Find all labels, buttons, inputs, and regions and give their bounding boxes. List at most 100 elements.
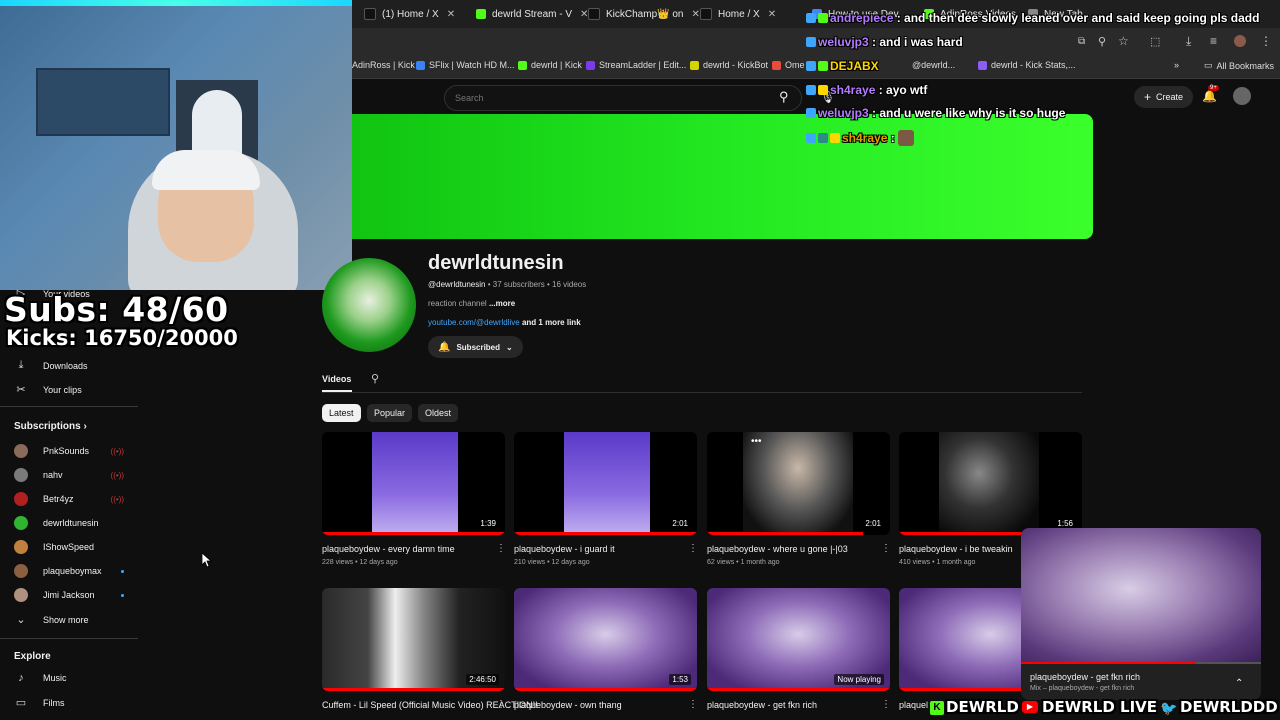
bookmark-label: Ome xyxy=(785,60,805,70)
video-thumbnail[interactable]: 2:01 xyxy=(514,432,697,535)
mini-player[interactable]: plaqueboydew - get fkn rich Mix – plaque… xyxy=(1021,528,1261,700)
search-icon[interactable]: ⚲ xyxy=(371,372,379,385)
video-thumbnail[interactable]: Now playing xyxy=(707,588,890,691)
video-thumbnail[interactable]: 1:39 xyxy=(322,432,505,535)
bookmark-item[interactable]: @dewrld... xyxy=(912,60,955,70)
video-title[interactable]: plaquel xyxy=(899,700,928,710)
reading-list-icon[interactable]: ≡ xyxy=(1210,34,1217,48)
more-options-icon[interactable]: ⋮ xyxy=(496,543,506,554)
bookmark-item[interactable]: dewrld | Kick xyxy=(518,60,582,70)
video-title[interactable]: plaqueboydew - get fkn rich xyxy=(707,700,817,710)
video-thumbnail[interactable]: 2:46:50 xyxy=(322,588,505,691)
browser-tab[interactable]: Home / X ✕ xyxy=(700,4,812,24)
bookmark-label: StreamLadder | Edit... xyxy=(599,60,687,70)
channel-link[interactable]: youtube.com/@dewrldlive xyxy=(428,318,520,327)
more-link[interactable]: ...more xyxy=(489,299,515,308)
music-note-icon: ♪ xyxy=(18,672,24,684)
film-icon: ▭ xyxy=(15,697,27,709)
bell-icon[interactable]: 🔔 xyxy=(1202,89,1217,103)
close-icon[interactable]: ✕ xyxy=(768,9,776,20)
more-links[interactable]: and 1 more link xyxy=(522,318,581,327)
show-more-button[interactable]: ⌄ Show more xyxy=(14,613,88,626)
channel-description[interactable]: reaction channel ...more xyxy=(428,299,515,308)
explore-heading: Explore xyxy=(14,651,51,662)
webcam-feed xyxy=(0,0,352,290)
video-thumbnail[interactable]: ••• 2:01 xyxy=(707,432,890,535)
video-title[interactable]: plaqueboydew - i be tweakin xyxy=(899,544,1013,554)
watch-progress xyxy=(514,688,697,691)
browser-tab[interactable]: KickChamp👑 on ✕ xyxy=(588,4,700,24)
badge-icon xyxy=(830,133,840,143)
close-icon[interactable]: ✕ xyxy=(691,9,699,20)
cast-icon[interactable]: ⧉ xyxy=(1078,36,1085,47)
profile-avatar[interactable] xyxy=(1234,35,1246,47)
sidebar-item-films[interactable]: ▭ Films xyxy=(14,696,65,709)
bookmark-item[interactable]: StreamLadder | Edit... xyxy=(586,60,686,70)
search-icon[interactable]: ⚲ xyxy=(779,89,789,105)
sidebar-item-label: IShowSpeed xyxy=(43,542,95,552)
chip-latest[interactable]: Latest xyxy=(322,404,361,422)
more-options-icon[interactable]: ••• xyxy=(751,436,762,447)
chevron-up-icon[interactable]: ⌃ xyxy=(1235,678,1243,689)
account-avatar[interactable] xyxy=(1233,87,1251,105)
avatar xyxy=(14,444,28,458)
star-icon[interactable]: ☆ xyxy=(1118,34,1129,48)
watch-progress xyxy=(899,532,1028,535)
tab-videos[interactable]: Videos xyxy=(322,374,351,384)
video-title[interactable]: plaqueboydew - own thang xyxy=(514,700,622,710)
sidebar-item-ishowspeed[interactable]: IShowSpeed xyxy=(14,540,124,554)
more-options-icon[interactable]: ⋮ xyxy=(688,699,698,710)
video-thumbnail[interactable]: 1:56 xyxy=(899,432,1082,535)
subscribed-button[interactable]: 🔔 Subscribed ⌄ xyxy=(428,336,523,358)
video-title[interactable]: plaqueboydew - where u gone |-|03 xyxy=(707,544,848,554)
sidebar-item-nahv[interactable]: nahv ((•)) xyxy=(14,468,124,482)
search-input[interactable] xyxy=(453,89,757,107)
sidebar-item-jimi-jackson[interactable]: Jimi Jackson xyxy=(14,588,124,602)
avatar xyxy=(14,540,28,554)
sidebar-item-betr4yz[interactable]: Betr4yz ((•)) xyxy=(14,492,124,506)
subscriptions-heading[interactable]: Subscriptions › xyxy=(14,421,87,432)
more-options-icon[interactable]: ⋮ xyxy=(881,699,891,710)
mini-progress-track[interactable] xyxy=(1021,662,1261,664)
all-bookmarks-button[interactable]: ▭ All Bookmarks xyxy=(1204,60,1274,71)
channel-avatar[interactable] xyxy=(322,258,416,352)
more-options-icon[interactable]: ⋮ xyxy=(496,699,506,710)
close-icon[interactable]: ✕ xyxy=(447,9,455,20)
sidebar-item-your-clips[interactable]: ✂ Your clips xyxy=(14,383,81,396)
browser-tab[interactable]: (1) Home / X ✕ xyxy=(364,4,476,24)
chip-popular[interactable]: Popular xyxy=(367,404,413,422)
menu-icon[interactable]: ⋮ xyxy=(1260,34,1272,48)
video-title[interactable]: plaqueboydew - every damn time xyxy=(322,544,455,554)
chip-oldest[interactable]: Oldest xyxy=(418,404,459,422)
more-options-icon[interactable]: ⋮ xyxy=(881,543,891,554)
close-icon[interactable]: ✕ xyxy=(580,9,588,20)
zoom-icon[interactable]: ⚲ xyxy=(1098,35,1106,48)
sidebar-item-downloads[interactable]: ⤓ Downloads xyxy=(14,359,88,372)
video-title[interactable]: plaqueboydew - i guard it xyxy=(514,544,615,554)
search-box[interactable]: ⚲ xyxy=(444,85,802,111)
sidebar-item-dewrldtunesin[interactable]: dewrldtunesin xyxy=(14,516,124,530)
video-meta: 228 views • 12 days ago xyxy=(322,559,398,566)
chat-username: weluvjp3 xyxy=(818,106,869,120)
download-icon[interactable]: ⤓ xyxy=(1186,34,1191,49)
new-content-dot xyxy=(121,569,124,573)
sidebar-item-plaqueboymax[interactable]: plaqueboymax xyxy=(14,564,124,578)
bookmark-item[interactable]: AdinRoss | Kick xyxy=(352,60,415,70)
mini-player-video[interactable] xyxy=(1021,528,1261,663)
more-bookmarks-button[interactable]: » xyxy=(1174,60,1179,70)
social-footer: K DEWRLD ▶ DEWRLD LIVE 🐦 DEWRLDDD xyxy=(928,698,1280,720)
create-button[interactable]: + Create xyxy=(1134,86,1194,108)
channel-banner xyxy=(352,114,1093,239)
bookmark-item[interactable]: Ome xyxy=(772,60,805,70)
video-thumbnail[interactable]: 1:53 xyxy=(514,588,697,691)
bookmark-item[interactable]: SFlix | Watch HD M... xyxy=(416,60,515,70)
bookmark-item[interactable]: dewrld - KickBot xyxy=(690,60,768,70)
bookmark-item[interactable]: dewrld - Kick Stats,... xyxy=(978,60,1076,70)
browser-tab[interactable]: dewrld Stream - V ✕ xyxy=(476,4,588,24)
extensions-icon[interactable]: ⬚ xyxy=(1150,35,1160,48)
badge-icon xyxy=(818,61,828,71)
more-options-icon[interactable]: ⋮ xyxy=(688,543,698,554)
sidebar-item-pnksounds[interactable]: PnkSounds ((•)) xyxy=(14,444,124,458)
sidebar-item-music[interactable]: ♪ Music xyxy=(14,672,66,684)
twitter-icon: 🐦 xyxy=(1160,700,1178,716)
